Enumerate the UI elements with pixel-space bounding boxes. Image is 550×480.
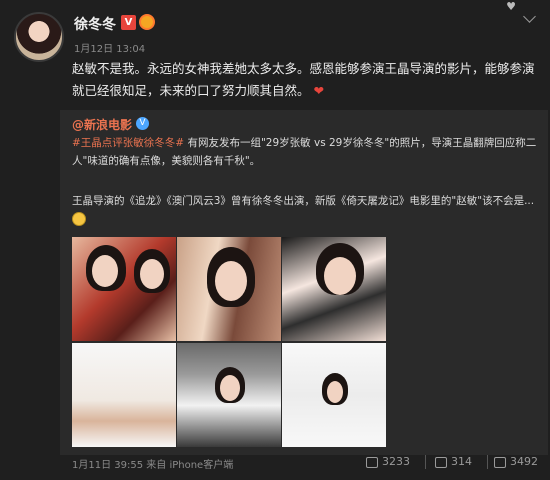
comment-count: 314: [451, 455, 472, 468]
verified-badge-icon: V: [121, 15, 136, 30]
divider: [487, 455, 488, 469]
repost-card[interactable]: @新浪电影 V #王晶点评张敏徐冬冬# 有网友发布一组"29岁张敏 vs 29岁…: [60, 110, 548, 455]
post-text: 赵敏不是我。永远的女神我差她太多太多。感恩能够参演王晶导演的影片，能够参演就已经…: [72, 58, 538, 102]
post-timestamp[interactable]: 1月12日 13:04: [74, 40, 145, 55]
repost-source-name[interactable]: @新浪电影: [72, 116, 132, 133]
level-badge-icon: [139, 14, 155, 30]
emoji-icon: [72, 212, 86, 226]
photo-thumbnail[interactable]: [72, 343, 176, 447]
photo-thumbnail[interactable]: [177, 343, 281, 447]
share-count: 3233: [382, 455, 410, 468]
hashtag-link[interactable]: #王晶点评张敏徐冬冬#: [72, 137, 184, 149]
like-count: 3492: [510, 455, 538, 468]
share-icon: [366, 456, 378, 468]
comment-icon: [435, 456, 447, 468]
photo-thumbnail[interactable]: [282, 237, 386, 341]
username[interactable]: 徐冬冬: [74, 14, 116, 34]
photo-thumbnail[interactable]: [72, 237, 176, 341]
like-icon: [494, 456, 506, 468]
photo-thumbnail[interactable]: [282, 343, 386, 447]
comment-button[interactable]: 314: [435, 455, 472, 468]
chevron-down-icon[interactable]: [523, 10, 536, 23]
photo-thumbnail[interactable]: [177, 237, 281, 341]
heart-icon: ❤: [313, 83, 324, 98]
verified-icon: V: [136, 117, 149, 130]
like-button[interactable]: 3492: [494, 455, 538, 468]
avatar[interactable]: [14, 12, 64, 62]
repost-text-secondary: 王晶导演的《追龙》《澳门风云3》曾有徐冬冬出演，新版《倚天屠龙记》电影里的"赵敏…: [72, 192, 542, 228]
post-body: 赵敏不是我。永远的女神我差她太多太多。感恩能够参演王晶导演的影片，能够参演就已经…: [72, 61, 535, 98]
post-meta: 1月11日 39:55 来自 iPhone客户端: [72, 460, 234, 471]
repost-text: #王晶点评张敏徐冬冬# 有网友发布一组"29岁张敏 vs 29岁徐冬冬"的照片，…: [72, 134, 542, 170]
divider: [425, 455, 426, 469]
repost-text-body-2: 王晶导演的《追龙》《澳门风云3》曾有徐冬冬出演，新版《倚天屠龙记》电影里的"赵敏…: [72, 195, 535, 207]
top-decoration: ♥: [506, 0, 516, 13]
share-button[interactable]: 3233: [366, 455, 410, 468]
